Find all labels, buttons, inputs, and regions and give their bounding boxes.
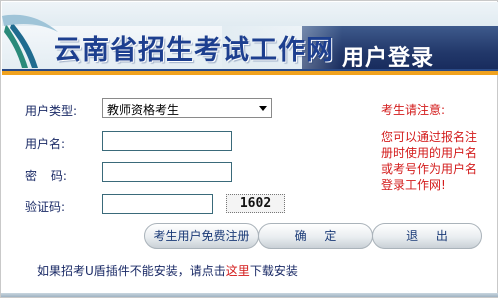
- header-orange-stripe: [2, 71, 498, 75]
- plugin-note-text-end: 下载安装: [249, 264, 298, 278]
- captcha-input[interactable]: [102, 194, 213, 214]
- captcha-label: 验证码:: [25, 200, 66, 214]
- username-input[interactable]: [102, 131, 232, 151]
- captcha-image[interactable]: 1602: [226, 194, 285, 213]
- user-type-selected-value: 教师资格考生: [107, 103, 180, 117]
- user-type-label: 用户类型:: [25, 104, 78, 118]
- header-banner: 云南省招生考试工作网 用户登录: [2, 2, 498, 75]
- notice-body: 您可以通过报名注册时使用的用户名或考号作为用户名登录工作网!: [381, 130, 478, 192]
- login-panel: 云南省招生考试工作网 用户登录 用户类型: 教师资格考生 用户名: 密 码: 验…: [0, 0, 498, 298]
- site-title: 云南省招生考试工作网: [54, 35, 334, 66]
- chevron-down-icon[interactable]: [259, 106, 267, 111]
- user-type-select[interactable]: 教师资格考生: [102, 98, 272, 118]
- password-label: 密 码:: [25, 169, 67, 183]
- exit-button[interactable]: 退 出: [372, 223, 482, 249]
- notice-title: 考生请注意:: [381, 103, 446, 117]
- plugin-note-text: 如果招考U盾插件不能安装，请点击: [37, 264, 226, 278]
- confirm-button[interactable]: 确 定: [258, 223, 373, 249]
- download-link[interactable]: 这里: [226, 264, 250, 278]
- login-title: 用户登录: [342, 46, 435, 71]
- bottom-border: [1, 293, 498, 297]
- plugin-install-note: 如果招考U盾插件不能安装，请点击这里下载安装: [37, 262, 298, 279]
- register-button[interactable]: 考生用户免费注册: [144, 223, 259, 249]
- logo-swoosh-icon: [2, 14, 58, 68]
- password-input[interactable]: [102, 162, 232, 182]
- username-label: 用户名:: [25, 137, 66, 151]
